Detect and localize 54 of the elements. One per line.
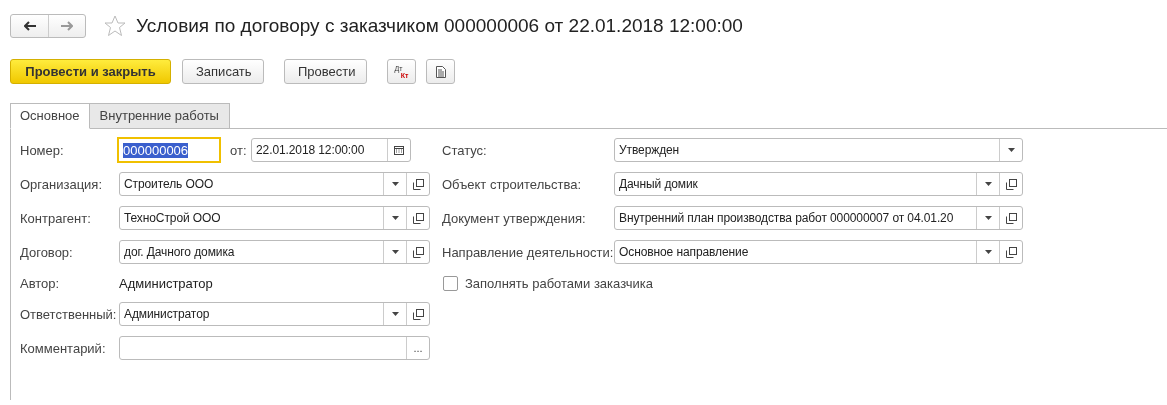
field-label: от:: [230, 142, 248, 158]
date-field[interactable]: 22.01.2018 12:00:00: [251, 138, 411, 162]
tab[interactable]: Внутренние работы: [89, 103, 230, 129]
select-field[interactable]: Администратор: [119, 302, 430, 326]
forward-arrow-icon: [61, 21, 73, 31]
choice-button[interactable]: ...: [406, 337, 429, 359]
dropdown-icon: [391, 312, 399, 316]
field-label: Автор:: [20, 275, 61, 291]
window-title: Условия по договору с заказчиком 000000006 от 22.01.2018 12:00:00: [136, 15, 743, 37]
calendar-icon: [394, 145, 404, 155]
toolbar-button[interactable]: Записать: [182, 59, 264, 84]
checkbox-label: Заполнять работами заказчика: [465, 275, 653, 291]
select-field[interactable]: Дачный домик: [614, 172, 1023, 196]
open-icon: [412, 308, 424, 320]
field-label: Ответственный:: [20, 306, 118, 322]
open-icon: [412, 212, 424, 224]
select-field[interactable]: ТехноСтрой ООО: [119, 206, 430, 230]
field-label: Объект строительства:: [442, 176, 583, 192]
select-field[interactable]: Внутренний план производства работ 000000007 от 04.01.20: [614, 206, 1023, 230]
dropdown-icon: [984, 250, 992, 254]
dropdown-icon: [391, 250, 399, 254]
dropdown-icon: [1007, 148, 1015, 152]
post-and-close-button[interactable]: Провести и закрыть: [10, 59, 171, 84]
select-field[interactable]: Строитель ООО: [119, 172, 430, 196]
field-label: Контрагент:: [20, 210, 92, 226]
field-value: Администратор: [119, 275, 213, 291]
select-field[interactable]: Основное направление: [614, 240, 1023, 264]
open-icon: [1005, 212, 1017, 224]
dropdown-icon: [984, 182, 992, 186]
dropdown-icon: [391, 216, 399, 220]
field-label: Документ утверждения:: [442, 210, 587, 226]
document-icon: [435, 65, 446, 78]
open-icon: [412, 178, 424, 190]
field-label: Статус:: [442, 142, 488, 158]
field-label: Номер:: [20, 142, 65, 158]
field-label: Комментарий:: [20, 340, 107, 356]
tab[interactable]: Основное: [10, 103, 90, 129]
number-field[interactable]: 000000006: [117, 137, 221, 163]
back-arrow-icon: [23, 21, 36, 31]
checkbox[interactable]: [443, 275, 458, 291]
report-button[interactable]: [426, 59, 455, 84]
field-label: Договор:: [20, 244, 74, 260]
toolbar-button[interactable]: Провести: [284, 59, 367, 84]
field-label: Направление деятельности:: [442, 244, 614, 260]
select-field[interactable]: Утвержден: [614, 138, 1023, 162]
dropdown-icon: [984, 216, 992, 220]
open-icon: [1005, 178, 1017, 190]
open-icon: [412, 246, 424, 258]
field-label: Организация:: [20, 176, 104, 192]
dropdown-icon: [391, 182, 399, 186]
comment-field[interactable]: ...: [119, 336, 430, 360]
select-field[interactable]: дог. Дачного домика: [119, 240, 430, 264]
open-icon: [1005, 246, 1017, 258]
star-icon[interactable]: [104, 15, 126, 37]
